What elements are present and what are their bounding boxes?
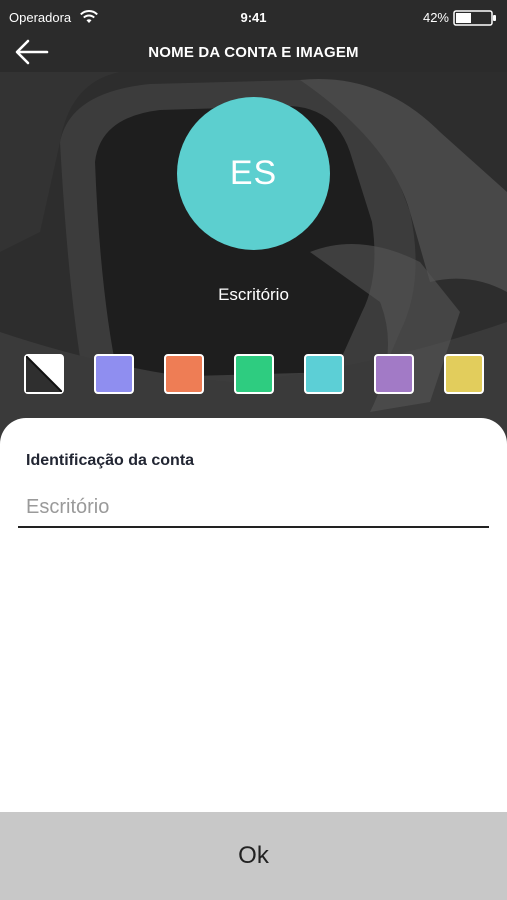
- battery-percent: 42%: [422, 10, 449, 25]
- account-name-input[interactable]: [18, 488, 489, 528]
- battery-icon: [453, 10, 497, 29]
- swatch-periwinkle[interactable]: [94, 354, 134, 394]
- page-title: NOME DA CONTA E IMAGEM: [148, 44, 359, 61]
- swatch-orange[interactable]: [164, 354, 204, 394]
- swatch-none[interactable]: [24, 354, 64, 394]
- account-id-label: Identificação da conta: [26, 452, 195, 469]
- swatch-yellow[interactable]: [444, 354, 484, 394]
- swatch-purple[interactable]: [374, 354, 414, 394]
- ok-button[interactable]: Ok: [0, 812, 507, 900]
- account-name-label: Escritório: [218, 285, 289, 304]
- account-form: Identificação da conta: [0, 418, 507, 812]
- swatch-green[interactable]: [234, 354, 274, 394]
- swatch-cyan[interactable]: [304, 354, 344, 394]
- status-bar: Operadora 9:41 42%: [0, 0, 507, 36]
- nav-header: NOME DA CONTA E IMAGEM: [0, 36, 507, 72]
- ok-button-label: Ok: [238, 842, 269, 869]
- account-name-image-screen: Operadora 9:41 42% NOME DA CONTA E IMAGE…: [0, 0, 507, 900]
- account-image-area: ES Escritório: [0, 72, 507, 452]
- no-color-icon: [25, 355, 63, 393]
- account-avatar[interactable]: ES: [177, 97, 330, 250]
- color-swatches: [0, 354, 507, 394]
- avatar-initials: ES: [229, 154, 278, 192]
